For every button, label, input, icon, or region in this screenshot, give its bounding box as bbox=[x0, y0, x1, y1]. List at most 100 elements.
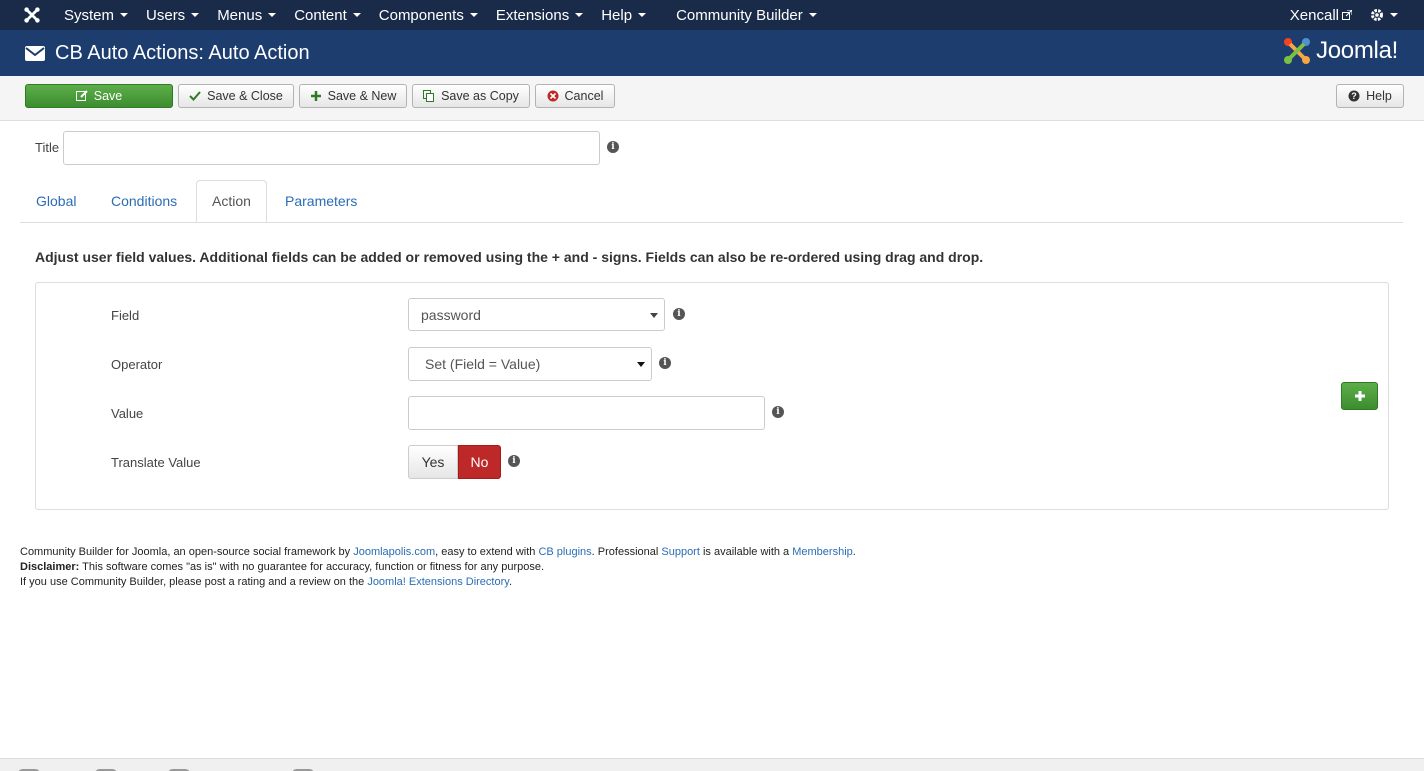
tab-action[interactable]: Action bbox=[196, 180, 267, 222]
chevron-down-icon bbox=[268, 13, 277, 17]
info-icon[interactable]: i bbox=[673, 308, 685, 320]
tab-bar: Global Conditions Action Parameters bbox=[20, 180, 1403, 223]
menu-label: Help bbox=[601, 6, 633, 24]
field-select[interactable]: password bbox=[408, 298, 665, 331]
menu-users[interactable]: Users bbox=[137, 7, 208, 24]
button-label: Save & Close bbox=[207, 89, 283, 103]
menu-menus[interactable]: Menus bbox=[208, 7, 285, 24]
save-close-button[interactable]: Save & Close bbox=[178, 84, 294, 108]
value-label: Value bbox=[111, 406, 144, 421]
operator-select[interactable]: Set (Field = Value) bbox=[408, 347, 652, 381]
menu-label: Community Builder bbox=[676, 6, 803, 24]
menu-label: System bbox=[64, 6, 115, 24]
info-icon[interactable]: i bbox=[772, 406, 784, 418]
tab-parameters[interactable]: Parameters bbox=[285, 180, 357, 222]
menu-label: Users bbox=[146, 6, 186, 24]
footer-text: Community Builder for Joomla, an open-so… bbox=[20, 546, 354, 558]
add-row-button[interactable] bbox=[1341, 382, 1378, 410]
disclaimer-text: This software comes "as is" with no guar… bbox=[79, 561, 545, 573]
joomla-brand-logo: Joomla! bbox=[1282, 36, 1398, 66]
settings-dropdown[interactable] bbox=[1370, 8, 1424, 22]
joomla-logo-icon bbox=[1284, 38, 1311, 64]
user-site-link[interactable]: Xencall bbox=[1290, 7, 1370, 24]
button-label: Save bbox=[93, 89, 123, 103]
chevron-down-icon bbox=[191, 13, 200, 17]
footer-line-2: Disclaimer: This software comes "as is" … bbox=[20, 560, 856, 575]
menu-system[interactable]: System bbox=[55, 7, 137, 24]
chevron-down-icon bbox=[808, 13, 817, 17]
save-as-copy-button[interactable]: Save as Copy bbox=[412, 84, 530, 108]
footer-line-3: If you use Community Builder, please pos… bbox=[20, 575, 856, 590]
cancel-icon bbox=[547, 90, 559, 102]
field-label: Field bbox=[111, 308, 140, 323]
chevron-down-icon bbox=[637, 362, 645, 367]
footer-text: If you use Community Builder, please pos… bbox=[20, 576, 368, 588]
info-icon[interactable]: i bbox=[607, 141, 619, 153]
menu-label: Menus bbox=[217, 6, 263, 24]
menu-components[interactable]: Components bbox=[370, 7, 487, 24]
save-new-button[interactable]: Save & New bbox=[299, 84, 407, 108]
menu-label: Components bbox=[378, 6, 464, 24]
chevron-down-icon bbox=[352, 13, 361, 17]
field-select-value: password bbox=[421, 306, 481, 323]
svg-text:?: ? bbox=[1351, 91, 1357, 101]
no-option[interactable]: No bbox=[458, 445, 501, 479]
save-button[interactable]: Save bbox=[25, 84, 173, 108]
external-link-icon bbox=[1342, 10, 1352, 20]
chevron-down-icon bbox=[575, 13, 584, 17]
footer: Community Builder for Joomla, an open-so… bbox=[20, 545, 856, 590]
joomlapolis-link[interactable]: Joomlapolis.com bbox=[353, 546, 435, 558]
button-label: Save & New bbox=[327, 89, 397, 103]
page-title: CB Auto Actions: Auto Action bbox=[55, 41, 310, 64]
chevron-down-icon bbox=[650, 313, 658, 318]
footer-line-1: Community Builder for Joomla, an open-so… bbox=[20, 545, 856, 560]
footer-text: . bbox=[508, 576, 512, 588]
tab-global[interactable]: Global bbox=[36, 180, 76, 222]
menu-extensions[interactable]: Extensions bbox=[487, 7, 592, 24]
value-input[interactable] bbox=[408, 396, 765, 430]
operator-select-value: Set (Field = Value) bbox=[425, 356, 541, 372]
cb-plugins-link[interactable]: CB plugins bbox=[538, 546, 591, 558]
button-label: Save as Copy bbox=[441, 89, 519, 103]
title-input[interactable] bbox=[63, 131, 600, 165]
question-icon: ? bbox=[1348, 90, 1360, 102]
support-link[interactable]: Support bbox=[661, 546, 700, 558]
copy-icon bbox=[423, 90, 435, 102]
cancel-button[interactable]: Cancel bbox=[535, 84, 615, 108]
action-description: Adjust user field values. Additional fie… bbox=[35, 249, 984, 265]
jed-link[interactable]: Joomla! Extensions Directory bbox=[367, 576, 509, 588]
chevron-down-icon bbox=[1390, 13, 1398, 17]
menu-help[interactable]: Help bbox=[592, 7, 655, 24]
translate-value-toggle: Yes No bbox=[408, 445, 501, 479]
page-header: CB Auto Actions: Auto Action Joomla! bbox=[0, 30, 1424, 76]
chevron-down-icon bbox=[469, 13, 478, 17]
help-button[interactable]: ? Help bbox=[1336, 84, 1404, 108]
chevron-down-icon bbox=[120, 13, 129, 17]
chevron-down-icon bbox=[638, 13, 647, 17]
yes-option[interactable]: Yes bbox=[408, 445, 458, 479]
edit-icon bbox=[75, 90, 88, 102]
menu-content[interactable]: Content bbox=[285, 7, 370, 24]
button-label: Cancel bbox=[564, 89, 604, 103]
info-icon[interactable]: i bbox=[659, 357, 671, 369]
footer-text: . bbox=[852, 546, 856, 558]
joomla-logo-icon[interactable] bbox=[23, 6, 41, 24]
envelope-icon bbox=[25, 45, 45, 61]
brand-text: Joomla! bbox=[1316, 37, 1398, 64]
toolbar: Save Save & Close Save & New Save as Cop… bbox=[0, 76, 1424, 121]
title-label: Title bbox=[35, 140, 60, 155]
menu-community-builder[interactable]: Community Builder bbox=[667, 7, 826, 24]
footer-text: is available with a bbox=[699, 546, 793, 558]
operator-label: Operator bbox=[111, 357, 163, 372]
plus-icon bbox=[310, 90, 322, 102]
button-label: Help bbox=[1366, 89, 1392, 103]
status-bar bbox=[0, 758, 1424, 771]
tab-conditions[interactable]: Conditions bbox=[111, 180, 177, 222]
membership-link[interactable]: Membership bbox=[792, 546, 853, 558]
footer-text: . Professional bbox=[591, 546, 662, 558]
plus-icon bbox=[1354, 391, 1365, 401]
footer-text: , easy to extend with bbox=[435, 546, 539, 558]
menu-label: Content bbox=[294, 6, 347, 24]
menu-label: Extensions bbox=[495, 6, 570, 24]
info-icon[interactable]: i bbox=[508, 455, 520, 467]
